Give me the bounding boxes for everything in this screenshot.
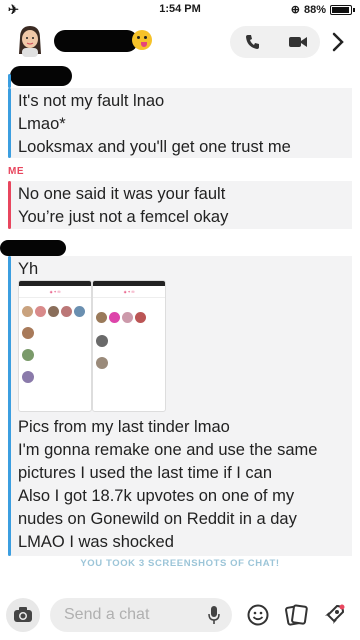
message-bar [8, 181, 11, 229]
battery-percent: 88% [303, 3, 326, 16]
smiley-face-icon [247, 604, 269, 626]
chevron-right-icon[interactable] [328, 30, 348, 54]
call-button[interactable] [230, 26, 275, 58]
chat-input[interactable]: Send a chat [50, 598, 232, 632]
sender-label: ME [8, 166, 24, 177]
camera-button[interactable] [6, 598, 40, 632]
message-text: nudes on Gonewild on Reddit in a day [18, 510, 297, 528]
phone-icon [245, 35, 259, 49]
chat-input-placeholder: Send a chat [64, 606, 150, 623]
microphone-icon[interactable] [208, 606, 220, 624]
redacted-sender [10, 66, 72, 86]
message-text: Lmao* [18, 115, 66, 133]
message-bar [8, 256, 11, 556]
message-text: Pics from my last tinder lmao [18, 418, 230, 436]
chat-composer: Send a chat [0, 590, 360, 640]
screenshot-notice: YOU TOOK 3 SCREENSHOTS OF CHAT! [80, 558, 280, 569]
sender-bar [8, 74, 11, 88]
call-actions [230, 26, 320, 58]
status-right: ⊕ 88% [290, 3, 355, 16]
message-text: pictures I used the last time if I can [18, 464, 273, 482]
message-text: Looksmax and you'll get one trust me [18, 138, 291, 156]
message-text: It's not my fault lnao [18, 92, 165, 110]
video-camera-icon [288, 37, 307, 47]
message-text: You’re just not a femcel okay [18, 208, 229, 226]
games-button[interactable] [318, 599, 350, 631]
winking-tongue-emoji-icon [132, 30, 152, 50]
shared-image-tinder-1[interactable]: ◉ ✦ ✉ [18, 280, 92, 412]
sticker-button[interactable] [242, 599, 274, 631]
redacted-name [54, 30, 138, 52]
avatar[interactable] [14, 24, 46, 58]
battery-icon [330, 4, 355, 15]
shared-image-tinder-2[interactable]: ◉ ✦ ✉ [92, 280, 166, 412]
message-text: I'm gonna remake one and use the same [18, 441, 318, 459]
cards-icon [285, 604, 308, 626]
message-text: No one said it was your fault [18, 185, 226, 203]
rocket-icon [325, 604, 345, 624]
lock-rotation-icon: ⊕ [290, 4, 300, 16]
camera-icon [14, 607, 32, 622]
message-text: Also I got 18.7k upvotes on one of my [18, 487, 295, 505]
video-call-button[interactable] [275, 26, 320, 58]
message-text: Yh [18, 260, 39, 278]
message-text: LMAO I was shocked [18, 533, 174, 551]
status-bar: ✈ 1:54 PM ⊕ 88% [0, 0, 360, 20]
cards-button[interactable] [280, 599, 312, 631]
message-bar [8, 88, 11, 158]
redacted-sender [0, 240, 66, 256]
chat-header [0, 20, 360, 64]
